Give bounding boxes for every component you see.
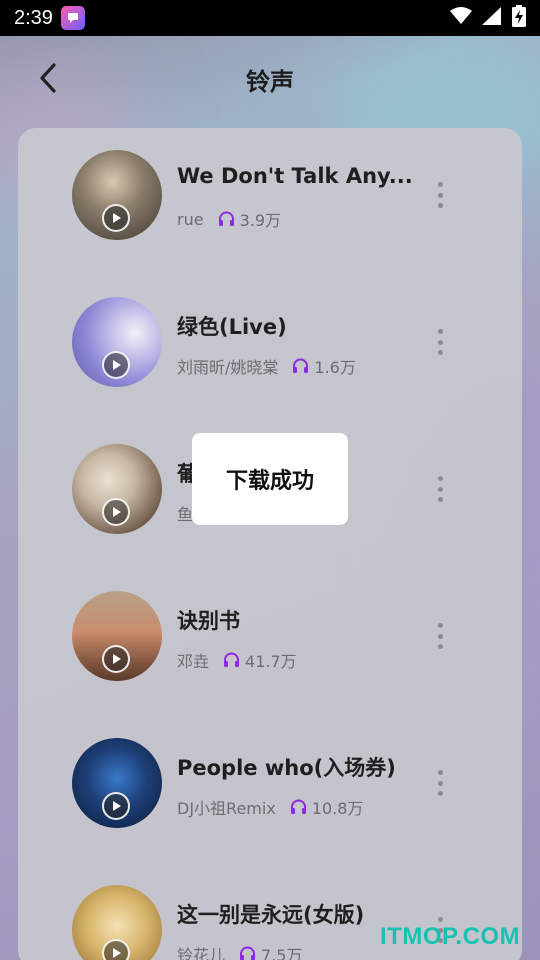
- song-title: We Don't Talk Any...: [177, 164, 413, 188]
- watermark: ITMOP.COM: [380, 923, 521, 950]
- more-dot-icon: [437, 182, 443, 187]
- song-meta: 鱼: [177, 501, 193, 525]
- more-dot-icon: [437, 350, 443, 355]
- more-dot-icon: [437, 644, 443, 649]
- song-title: People who(入场券): [177, 756, 396, 780]
- more-options-button[interactable]: [428, 766, 452, 800]
- play-icon[interactable]: [102, 939, 130, 960]
- play-icon[interactable]: [102, 351, 130, 379]
- song-meta: 铃花儿 7.5万: [177, 942, 302, 960]
- list-item[interactable]: 诀别书 邓垚 41.7万: [18, 569, 522, 689]
- more-options-button[interactable]: [428, 472, 452, 506]
- headphones-icon: [290, 799, 307, 815]
- headphones-icon: [218, 211, 235, 227]
- more-dot-icon: [437, 791, 443, 796]
- song-play-count: 7.5万: [261, 946, 303, 960]
- list-item[interactable]: 绿色(Live) 刘雨昕/姚晓棠 1.6万: [18, 275, 522, 395]
- download-success-toast: 下载成功: [192, 433, 348, 525]
- song-cover[interactable]: [72, 738, 162, 828]
- status-time: 2:39: [14, 6, 53, 29]
- song-artist: rue: [177, 209, 204, 229]
- song-cover[interactable]: [72, 591, 162, 681]
- wifi-icon: [450, 7, 472, 29]
- list-item[interactable]: People who(入场券) DJ小祖Remix 10.8万: [18, 716, 522, 836]
- headphones-icon: [239, 946, 256, 960]
- list-item[interactable]: We Don't Talk Any... rue 3.9万: [18, 128, 522, 248]
- headphones-icon: [292, 358, 309, 374]
- play-icon[interactable]: [102, 792, 130, 820]
- more-dot-icon: [437, 780, 443, 786]
- more-dot-icon: [437, 497, 443, 502]
- more-dot-icon: [437, 339, 443, 345]
- song-title: 诀别书: [177, 609, 240, 633]
- more-dot-icon: [437, 486, 443, 492]
- song-play-count: 10.8万: [311, 799, 364, 818]
- more-dot-icon: [437, 192, 443, 198]
- song-cover[interactable]: [72, 297, 162, 387]
- headphones-icon: [223, 652, 240, 668]
- play-icon[interactable]: [102, 498, 130, 526]
- song-play-count: 1.6万: [314, 358, 356, 377]
- more-options-button[interactable]: [428, 325, 452, 359]
- song-cover[interactable]: [72, 444, 162, 534]
- more-dot-icon: [437, 917, 443, 922]
- song-meta: DJ小祖Remix 10.8万: [177, 795, 363, 819]
- ringtone-list: We Don't Talk Any... rue 3.9万 绿色(Live) 刘…: [18, 128, 522, 960]
- more-dot-icon: [437, 203, 443, 208]
- battery-charging-icon: [512, 5, 526, 31]
- more-dot-icon: [437, 329, 443, 334]
- status-bar: 2:39: [0, 0, 540, 36]
- more-dot-icon: [437, 476, 443, 481]
- more-dot-icon: [437, 623, 443, 628]
- song-artist: DJ小祖Remix: [177, 799, 276, 818]
- play-icon[interactable]: [102, 645, 130, 673]
- song-play-count: 41.7万: [245, 652, 297, 671]
- song-meta: 刘雨昕/姚晓棠 1.6万: [177, 354, 356, 378]
- play-icon[interactable]: [102, 204, 130, 232]
- more-dot-icon: [437, 633, 443, 639]
- song-meta: rue 3.9万: [177, 207, 281, 231]
- page-title: 铃声: [246, 68, 294, 96]
- song-artist: 鱼: [177, 505, 194, 524]
- more-options-button[interactable]: [428, 178, 452, 212]
- app-notification-icon: [60, 6, 85, 30]
- song-artist: 邓垚: [177, 652, 210, 671]
- song-artist: 铃花儿: [177, 946, 226, 960]
- song-cover[interactable]: [72, 885, 162, 960]
- signal-icon: [482, 7, 502, 29]
- song-meta: 邓垚 41.7万: [177, 648, 297, 672]
- song-artist: 刘雨昕/姚晓棠: [177, 358, 279, 377]
- song-title: 绿色(Live): [177, 315, 287, 339]
- header: 铃声: [0, 36, 540, 124]
- more-dot-icon: [437, 770, 443, 775]
- song-cover[interactable]: [72, 150, 162, 240]
- more-options-button[interactable]: [428, 619, 452, 653]
- song-play-count: 3.9万: [239, 211, 282, 230]
